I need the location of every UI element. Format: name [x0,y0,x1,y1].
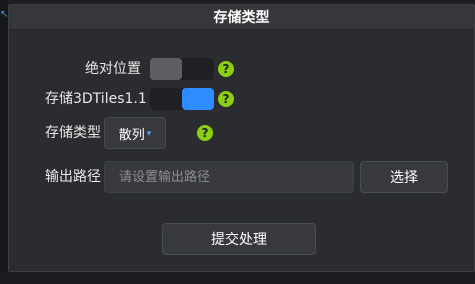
storage-type-label: 存储类型 [45,125,101,141]
store-3dtiles-toggle[interactable] [150,88,214,110]
storage-type-selected: 散列 [118,127,145,143]
output-path-row: 输出路径 选择 [9,161,474,193]
absolute-position-row: 绝对位置 ? [9,53,474,85]
absolute-position-toggle[interactable] [150,58,214,80]
question-icon[interactable]: ? [218,61,234,77]
absolute-position-label: 绝对位置 [85,61,141,77]
output-path-label: 输出路径 [45,169,101,185]
dialog-title-bar: 存储类型 [9,5,474,30]
storage-type-row: 存储类型 散列 ▾ ? [9,117,474,149]
storage-type-select[interactable]: 散列 ▾ [104,117,166,149]
storage-type-dialog: 存储类型 绝对位置 ? 存储3DTiles1.1 ? 存储类型 散列 ▾ ? 输… [8,4,475,272]
store-3dtiles-toggle-thumb [182,88,214,110]
output-path-input[interactable] [104,161,354,193]
absolute-position-toggle-thumb [150,58,182,80]
bottom-strip [0,272,475,284]
chevron-down-icon: ▾ [146,128,152,139]
submit-button[interactable]: 提交处理 [162,223,316,255]
background-edge [0,0,8,284]
store-3dtiles-label: 存储3DTiles1.1 [45,91,147,107]
dialog-title: 存储类型 [213,10,270,26]
choose-path-button[interactable]: 选择 [360,161,448,193]
question-icon[interactable]: ? [218,91,234,107]
store-3dtiles-row: 存储3DTiles1.1 ? [9,83,474,115]
question-icon[interactable]: ? [197,125,213,141]
